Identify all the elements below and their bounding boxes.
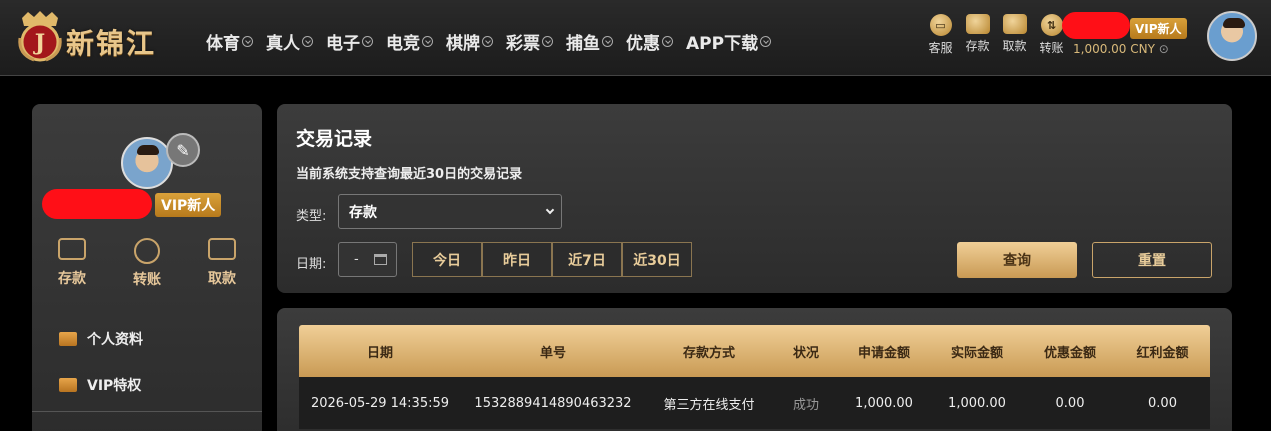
- transaction-table: 日期 单号 存款方式 状况 申请金额 实际金额 优惠金额 红利金额 2026-0…: [299, 325, 1210, 429]
- sidebar-divider: [32, 411, 262, 412]
- vip-badge: VIP新人: [1130, 18, 1187, 39]
- column-header: 申请金额: [857, 345, 910, 361]
- query-button[interactable]: 查询: [957, 242, 1077, 278]
- nav-item-cards[interactable]: 棋牌: [446, 29, 493, 54]
- table-header: 日期 单号 存款方式 状况 申请金额 实际金额 优惠金额 红利金额: [299, 325, 1210, 377]
- column-header: 状况: [792, 345, 819, 361]
- nav-item-promotions[interactable]: 优惠: [626, 29, 673, 54]
- table-row[interactable]: 2026-05-29 14:35:59 1532889414890463232 …: [299, 377, 1210, 429]
- column-header: 红利金额: [1136, 345, 1189, 361]
- transaction-filter-panel: 交易记录 当前系统支持查询最近30日的交易记录 类型: 存款 日期: - 今日 …: [277, 104, 1232, 293]
- type-select[interactable]: 存款: [338, 194, 562, 229]
- main-nav: 体育 真人 电子 电竞 棋牌 彩票 捕鱼 优惠 APP下载: [206, 29, 784, 54]
- quick-link-withdraw[interactable]: 取款: [996, 14, 1033, 56]
- chat-icon: ▭: [929, 14, 952, 36]
- quick-link-support[interactable]: ▭ 客服: [922, 14, 959, 56]
- nav-item-fishing[interactable]: 捕鱼: [566, 29, 613, 54]
- nav-item-sports[interactable]: 体育: [206, 29, 253, 54]
- logo-text: 新锦江: [66, 27, 157, 60]
- chevron-down-icon: ⊙: [1158, 42, 1169, 56]
- avatar[interactable]: [1207, 11, 1257, 61]
- range-today-button[interactable]: 今日: [412, 242, 482, 277]
- column-header: 实际金额: [950, 345, 1003, 361]
- sidebar-action-deposit[interactable]: 存款: [40, 238, 104, 289]
- top-header: J 新锦江 体育 真人 电子 电竞 棋牌 彩票 捕鱼 优惠 APP下载 ▭ 客服…: [0, 0, 1271, 76]
- redacted-username: [42, 189, 152, 219]
- table-cell: 1532889414890463232: [474, 395, 632, 411]
- id-card-icon: [59, 332, 77, 346]
- wallet-icon: [58, 238, 86, 260]
- column-header: 优惠金额: [1043, 345, 1096, 361]
- vip-card-icon: [59, 378, 77, 392]
- edit-profile-button[interactable]: ✎: [166, 133, 200, 167]
- date-range-buttons: 今日 昨日 近7日 近30日: [412, 242, 692, 277]
- quick-link-deposit[interactable]: 存款: [959, 14, 996, 56]
- account-sidebar: ✎ VIP新人 存款 转账 取款 个人资料 VIP特权: [32, 104, 262, 431]
- transfer-icon: ⇅: [1040, 14, 1063, 36]
- edit-icon: ✎: [176, 140, 190, 160]
- nav-item-live[interactable]: 真人: [266, 29, 313, 54]
- nav-item-lottery[interactable]: 彩票: [506, 29, 553, 54]
- column-header: 单号: [539, 345, 566, 361]
- briefcase-icon: [1002, 14, 1027, 34]
- status-text: 成功: [792, 397, 819, 413]
- page-title: 交易记录: [296, 128, 373, 150]
- type-label: 类型:: [296, 209, 327, 224]
- nav-item-app-download[interactable]: APP下载: [686, 29, 772, 54]
- table-cell: 1,000.00: [948, 395, 1006, 411]
- balance-display[interactable]: 1,000.00 CNY ⊙: [1073, 42, 1169, 56]
- sidebar-action-transfer[interactable]: 转账: [115, 238, 179, 289]
- sidebar-menu: 个人资料 VIP特权: [32, 316, 262, 408]
- sidebar-item-profile[interactable]: 个人资料: [32, 316, 262, 362]
- chevron-down-icon: [662, 36, 673, 47]
- table-cell: 1,000.00: [855, 395, 913, 411]
- page-subtitle: 当前系统支持查询最近30日的交易记录: [296, 167, 523, 182]
- column-header: 日期: [366, 345, 393, 361]
- nav-item-esports[interactable]: 电竞: [386, 29, 433, 54]
- chevron-down-icon: [545, 205, 555, 215]
- sidebar-item-vip[interactable]: VIP特权: [32, 362, 262, 408]
- user-info[interactable]: VIP新人 1,000.00 CNY ⊙: [1062, 12, 1202, 62]
- range-yesterday-button[interactable]: 昨日: [482, 242, 552, 277]
- chevron-down-icon: [542, 36, 553, 47]
- site-logo[interactable]: J 新锦江: [16, 10, 178, 62]
- chevron-down-icon: [362, 36, 373, 47]
- table-cell: 0.00: [1055, 395, 1085, 411]
- nav-item-slots[interactable]: 电子: [326, 29, 373, 54]
- chevron-down-icon: [242, 36, 253, 47]
- date-range-input[interactable]: -: [338, 242, 397, 277]
- quick-links: ▭ 客服 存款 取款 ⇅ 转账: [922, 14, 1070, 56]
- transaction-table-panel: 日期 单号 存款方式 状况 申请金额 实际金额 优惠金额 红利金额 2026-0…: [277, 308, 1232, 431]
- vip-badge: VIP新人: [155, 193, 222, 217]
- date-label: 日期:: [296, 257, 327, 272]
- chevron-down-icon: [602, 36, 613, 47]
- reset-button[interactable]: 重置: [1092, 242, 1212, 278]
- logo-emblem-icon: J: [18, 11, 62, 62]
- table-cell: 2026-05-29 14:35:59: [310, 395, 450, 411]
- table-cell: 0.00: [1148, 395, 1177, 411]
- chevron-down-icon: [482, 36, 493, 47]
- calendar-icon: [374, 254, 387, 265]
- wallet-icon: [965, 14, 990, 34]
- profile-avatar: [121, 137, 173, 189]
- chevron-down-icon: [760, 36, 772, 47]
- svg-text:J: J: [33, 30, 45, 56]
- sidebar-actions: 存款 转账 取款: [40, 238, 254, 289]
- sidebar-action-withdraw[interactable]: 取款: [190, 238, 254, 289]
- transfer-icon: [134, 238, 160, 264]
- redacted-username: [1062, 12, 1130, 39]
- range-7days-button[interactable]: 近7日: [552, 242, 622, 277]
- chevron-down-icon: [302, 36, 313, 47]
- chevron-down-icon: [422, 36, 433, 47]
- column-header: 存款方式: [682, 345, 735, 361]
- range-30days-button[interactable]: 近30日: [622, 242, 692, 277]
- table-cell: 第三方在线支付: [663, 397, 755, 413]
- card-icon: [208, 238, 236, 260]
